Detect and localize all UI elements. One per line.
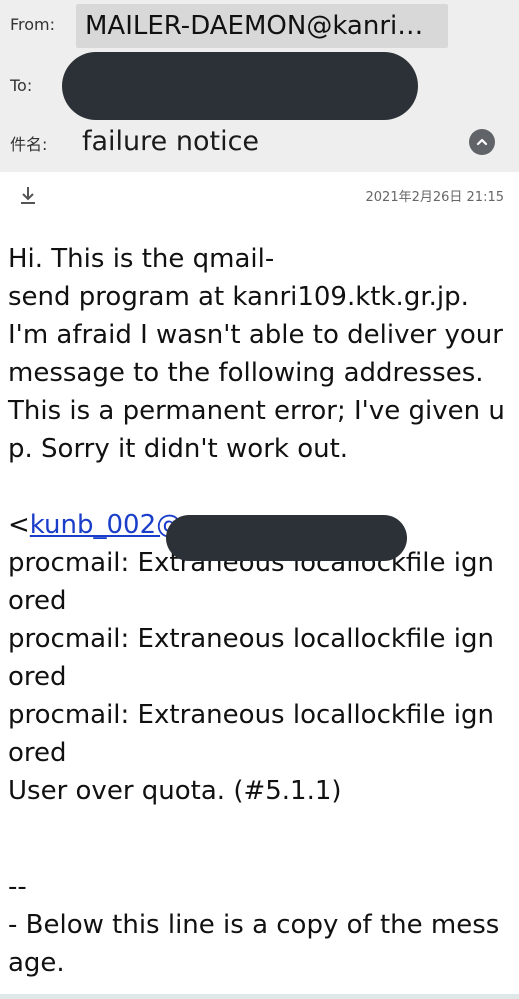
log-line: procmail: Extraneous locallockfile ign <box>8 624 494 654</box>
message-header: From: MAILER-DAEMON@kanri… To: 件名: failu… <box>0 0 519 172</box>
footer-line: - Below this line is a copy of the mess <box>8 910 500 940</box>
recipient-redaction <box>62 52 418 120</box>
download-button[interactable] <box>18 185 38 205</box>
collapse-header-button[interactable] <box>469 129 495 155</box>
log-line: procmail: Extraneous locallockfile ign <box>8 700 494 730</box>
address-redaction <box>166 515 407 561</box>
bottom-divider <box>0 994 519 999</box>
footer-line: age. <box>8 948 65 978</box>
failed-address-line: <kunb_002@ <box>8 506 513 561</box>
log-line: ored <box>8 738 67 768</box>
body-line: Hi. This is the qmail- <box>8 244 275 274</box>
subject-label: 件名: <box>10 135 48 154</box>
from-label: From: <box>10 15 56 34</box>
sender-chip[interactable]: MAILER-DAEMON@kanri… <box>76 4 448 48</box>
download-icon <box>21 187 35 204</box>
address-prefix: < <box>8 510 30 540</box>
chevron-up-icon <box>476 138 488 146</box>
log-line: ored <box>8 586 67 616</box>
body-line: p. Sorry it didn't work out. <box>8 434 349 464</box>
failed-address-link[interactable]: kunb_002@ <box>30 510 182 540</box>
body-line: send program at kanri109.ktk.gr.jp. <box>8 282 469 312</box>
body-line: message to the following addresses. <box>8 358 484 388</box>
body-line: This is a permanent error; I've given u <box>8 396 505 426</box>
message-body: Hi. This is the qmail- send program at k… <box>8 240 513 982</box>
to-label: To: <box>10 76 33 95</box>
log-line: User over quota. (#5.1.1) <box>8 776 342 806</box>
log-line: ored <box>8 662 67 692</box>
separator-line: -- <box>8 872 27 902</box>
subject-text: failure notice <box>82 126 260 157</box>
body-line: I'm afraid I wasn't able to deliver your <box>8 320 503 350</box>
timestamp: 2021年2月26日 21:15 <box>365 190 505 205</box>
